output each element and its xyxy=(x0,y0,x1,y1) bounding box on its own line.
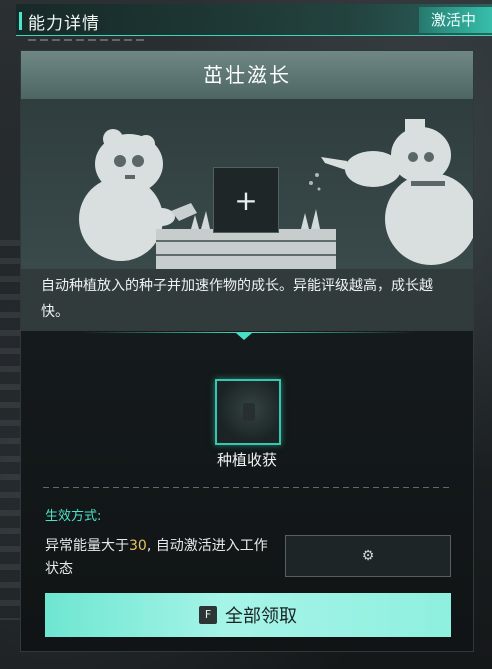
header-accent-bar xyxy=(19,12,22,30)
work-settings-button[interactable]: ⚙ xyxy=(285,535,451,577)
effect-method-label: 生效方式: xyxy=(45,509,102,524)
planter-box xyxy=(156,229,336,269)
harvest-icon xyxy=(243,403,255,421)
harvest-item-label: 种植收获 xyxy=(216,451,277,469)
shovel-shape xyxy=(171,203,197,221)
header-divider xyxy=(28,39,148,41)
header-title: 能力详情 xyxy=(28,14,100,34)
description-pointer xyxy=(236,333,252,340)
effect-text-before: 异常能量大于 xyxy=(45,538,129,554)
ability-description: 自动种植放入的种子并加速作物的成长。异能评级越高，成长越快。 xyxy=(21,269,473,331)
ability-title: 茁壮滋长 xyxy=(21,51,473,99)
section-divider xyxy=(43,487,449,488)
right-bear-figure xyxy=(321,119,473,265)
effect-method-text: 异常能量大于30, 自动激活进入工作状态 xyxy=(45,535,281,581)
harvest-item-icon[interactable] xyxy=(215,379,281,445)
claim-all-button[interactable]: F 全部领取 xyxy=(45,593,451,637)
claim-all-label: 全部领取 xyxy=(225,606,297,627)
gear-icon: ⚙ xyxy=(361,548,375,564)
ability-illustration: + xyxy=(21,99,473,269)
ability-panel: 茁壮滋长 + 自动种植放入的种子并加速作物的成长。异能评级越高，成长越快。 种植… xyxy=(20,50,474,652)
plus-icon: + xyxy=(234,183,258,217)
status-badge: 激活中 xyxy=(418,7,492,33)
seed-slot-add-button[interactable]: + xyxy=(213,167,279,233)
background-railing xyxy=(0,240,20,620)
energy-threshold-value: 30 xyxy=(129,538,147,554)
details-header: 能力详情 激活中 xyxy=(16,4,492,41)
keyboard-f-hint-icon: F xyxy=(199,606,217,624)
